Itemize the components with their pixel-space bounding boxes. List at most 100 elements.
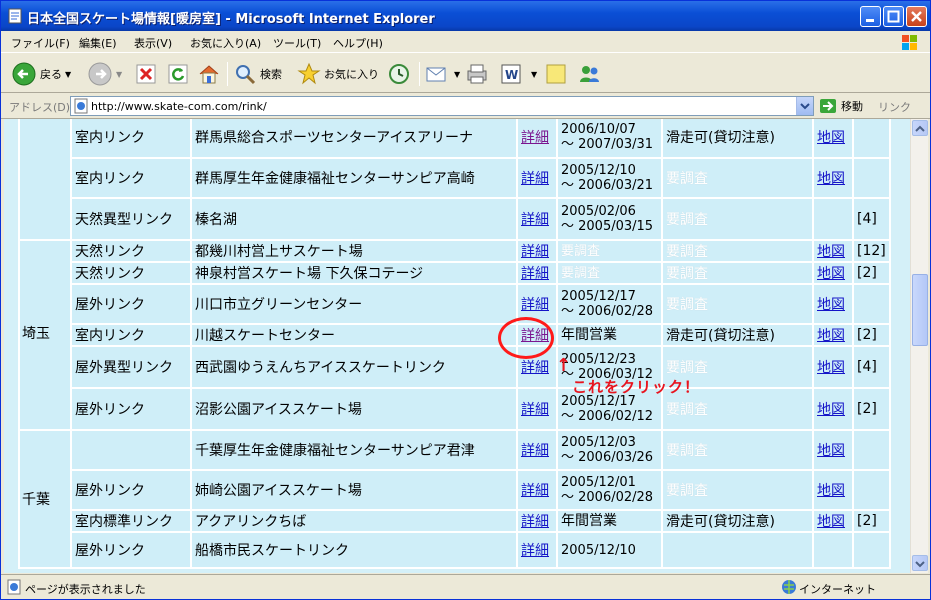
map-link[interactable]: 地図	[817, 244, 845, 260]
print-button[interactable]	[465, 60, 489, 88]
back-button[interactable]: 戻る ▼	[11, 60, 71, 88]
detail-link[interactable]: 詳細	[521, 171, 549, 187]
menu-help[interactable]: ヘルプ(H)	[333, 35, 383, 51]
map-link[interactable]: 地図	[817, 171, 845, 187]
forward-button[interactable]: ▼	[87, 60, 122, 88]
count-cell[interactable]: [4]	[852, 345, 891, 389]
count-cell[interactable]	[852, 429, 891, 471]
history-button[interactable]	[387, 60, 411, 88]
close-button[interactable]	[906, 6, 927, 27]
menu-bar: ファイル(F) 編集(E) 表示(V) お気に入り(A) ツール(T) ヘルプ(…	[1, 31, 930, 53]
vertical-scrollbar[interactable]	[910, 119, 928, 573]
scroll-up-button[interactable]	[912, 120, 928, 136]
map-link[interactable]: 地図	[817, 266, 845, 282]
back-label: 戻る	[40, 68, 62, 81]
count-cell[interactable]	[852, 157, 891, 199]
count-cell[interactable]: [2]	[852, 261, 891, 285]
map-link[interactable]: 地図	[817, 130, 845, 146]
map-cell: 地図	[812, 345, 854, 389]
detail-link[interactable]: 詳細	[521, 244, 549, 260]
favorites-label: お気に入り	[324, 68, 379, 81]
map-link[interactable]: 地図	[817, 483, 845, 499]
count-cell[interactable]	[852, 119, 891, 159]
season-end: ～ 2006/03/26	[561, 450, 654, 465]
count-cell[interactable]	[852, 531, 891, 569]
count-cell[interactable]: [2]	[852, 509, 891, 533]
forward-arrow-icon	[88, 62, 112, 86]
search-label: 検索	[260, 68, 282, 81]
count-cell[interactable]	[852, 469, 891, 511]
rink-type: 屋外リンク	[70, 283, 192, 325]
detail-link[interactable]: 詳細	[521, 443, 549, 459]
map-link[interactable]: 地図	[817, 443, 845, 459]
menu-edit[interactable]: 編集(E)	[79, 35, 117, 51]
detail-link[interactable]: 詳細	[521, 130, 549, 146]
go-arrow-icon	[820, 99, 836, 113]
home-button[interactable]	[197, 60, 221, 88]
menu-file[interactable]: ファイル(F)	[11, 35, 70, 51]
detail-link[interactable]: 詳細	[521, 402, 549, 418]
refresh-button[interactable]	[167, 60, 189, 88]
map-link[interactable]: 地図	[817, 328, 845, 344]
map-link[interactable]: 地図	[817, 402, 845, 418]
detail-link[interactable]: 詳細	[521, 514, 549, 530]
address-input[interactable]: http://www.skate-com.com/rink/	[70, 96, 814, 116]
star-icon	[297, 62, 321, 85]
links-label[interactable]: リンク	[878, 99, 911, 115]
go-button[interactable]: 移動	[819, 98, 863, 114]
menu-favorites[interactable]: お気に入り(A)	[190, 35, 261, 51]
table-row: 天然リンク 神泉村営スケート場 下久保コテージ 詳細 要調査 要調査 地図 [2]	[19, 261, 891, 285]
menu-view[interactable]: 表示(V)	[134, 35, 172, 51]
count-cell[interactable]: [12]	[852, 239, 891, 263]
map-link[interactable]: 地図	[817, 514, 845, 530]
refresh-icon	[168, 64, 188, 84]
detail-link[interactable]: 詳細	[521, 212, 549, 228]
maximize-button[interactable]	[883, 6, 904, 27]
messenger-button[interactable]	[577, 60, 603, 88]
detail-link[interactable]: 詳細	[521, 297, 549, 313]
map-link[interactable]: 地図	[817, 297, 845, 313]
map-link[interactable]: 地図	[817, 360, 845, 376]
detail-link[interactable]: 詳細	[521, 543, 549, 559]
rink-name: 西武園ゆうえんちアイススケートリンク	[190, 345, 518, 389]
table-row: 屋外リンク 船橋市民スケートリンク 詳細 2005/12/10	[19, 531, 891, 569]
table-row: 室内リンク 群馬県総合スポーツセンターアイスアリーナ 詳細 2006/10/07 ～ 2…	[18, 119, 891, 241]
address-label: アドレス(D)	[9, 101, 71, 114]
note-button[interactable]	[545, 60, 567, 88]
rink-status: 要調査	[661, 261, 814, 285]
season-start: 2005/12/10	[561, 542, 636, 558]
title-bar[interactable]: 日本全国スケート場情報[暖房室] - Microsoft Internet Ex…	[1, 1, 930, 31]
word-edit-icon: W	[501, 64, 521, 84]
annotation-arrow: ↑	[556, 355, 572, 376]
count-cell[interactable]: [2]	[852, 387, 891, 431]
map-cell	[812, 531, 854, 569]
scroll-thumb[interactable]	[912, 274, 928, 346]
stop-icon	[136, 64, 156, 84]
address-dropdown[interactable]	[796, 97, 813, 115]
menu-tools[interactable]: ツール(T)	[273, 35, 321, 51]
favorites-button[interactable]: お気に入り	[297, 60, 379, 88]
detail-cell: 詳細	[516, 387, 558, 431]
season-end: ～ 2005/03/15	[561, 219, 654, 234]
detail-link[interactable]: 詳細	[521, 360, 549, 376]
search-button[interactable]: 検索	[233, 60, 282, 88]
windows-logo-icon	[902, 35, 917, 50]
mail-button[interactable]: ▼	[425, 60, 460, 88]
detail-link[interactable]: 詳細	[521, 483, 549, 499]
table-row: 千葉 千葉厚生年金健康福祉センターサンピア君津 詳細 2005/12/03 ～ 2006…	[18, 429, 891, 569]
scroll-down-button[interactable]	[912, 555, 928, 571]
detail-link[interactable]: 詳細	[521, 266, 549, 282]
season-end: ～ 2006/02/12	[561, 409, 654, 424]
stop-button[interactable]	[135, 60, 157, 88]
edit-button[interactable]: W ▼	[499, 60, 537, 88]
prefecture-cell	[18, 119, 72, 241]
count-cell[interactable]: [2]	[852, 323, 891, 347]
toolbar: 戻る ▼ ▼ 検索 お気に入り ▼ W ▼	[1, 54, 930, 93]
map-cell: 地図	[812, 509, 854, 533]
season-start: 2005/12/10	[561, 163, 636, 178]
count-cell[interactable]: [4]	[852, 197, 891, 241]
rink-type: 天然リンク	[70, 239, 192, 263]
count-cell[interactable]	[852, 283, 891, 325]
minimize-button[interactable]	[860, 6, 881, 27]
table-row: 屋外リンク 姉崎公園アイススケート場 詳細 2005/12/01 ～ 2006/02/2…	[19, 469, 891, 511]
